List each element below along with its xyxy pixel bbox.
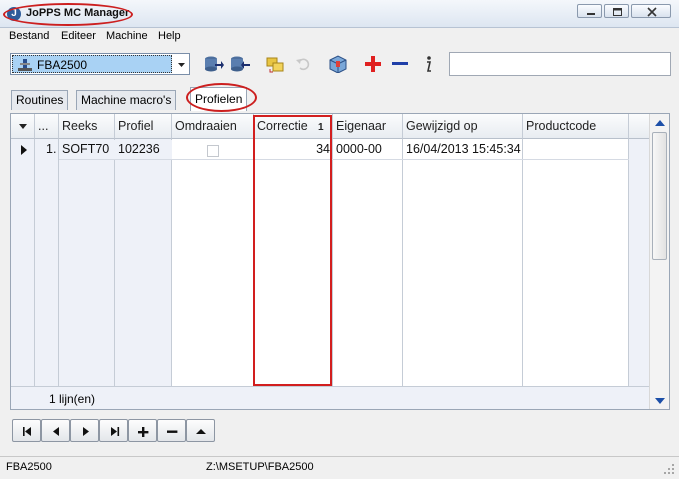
column-bg (523, 139, 629, 386)
search-input[interactable] (449, 52, 671, 76)
prior-icon (53, 427, 59, 436)
column-header-profiel[interactable]: Profiel (115, 114, 172, 139)
add-icon[interactable] (364, 55, 382, 73)
menu-machine[interactable]: Machine (106, 30, 148, 42)
tab-highlight-circle (186, 83, 257, 112)
database-arrow-right-icon[interactable] (204, 55, 224, 73)
cell-gewijzigd-op[interactable]: 16/04/2013 15:45:34 (406, 142, 521, 156)
scrollbar-thumb[interactable] (652, 132, 667, 260)
machine-select[interactable]: FBA2500 (10, 53, 190, 75)
column-bg (333, 139, 403, 386)
status-bar: FBA2500 Z:\MSETUP\FBA2500 (0, 456, 679, 479)
title-highlight-circle (3, 3, 133, 26)
undo-icon[interactable] (294, 55, 312, 73)
column-header-filler (629, 114, 649, 139)
maximize-button[interactable] (604, 4, 629, 18)
profiles-grid: ... Reeks Profiel Omdraaien Correctie 1 … (10, 113, 670, 410)
next-icon (83, 427, 89, 436)
column-bg (115, 139, 172, 386)
info-icon[interactable] (419, 55, 437, 73)
next-record-button[interactable] (70, 419, 99, 442)
title-bar: J JoPPS MC Manager (0, 0, 679, 28)
machine-select-text: FBA2500 (37, 58, 88, 72)
row-current-indicator[interactable] (11, 140, 35, 160)
first-record-button[interactable] (12, 419, 41, 442)
status-path: Z:\MSETUP\FBA2500 (206, 461, 314, 473)
plus-icon (138, 427, 149, 437)
cell-reeks[interactable]: SOFT70 (62, 142, 109, 156)
vertical-scrollbar[interactable] (649, 114, 669, 409)
cell-index: 1. (46, 142, 57, 156)
column-header-reeks[interactable]: Reeks (59, 114, 115, 139)
chevron-down-icon[interactable] (174, 55, 189, 73)
triangle-up-icon (196, 429, 206, 434)
tab-machine-macros[interactable]: Machine macro's (76, 90, 177, 110)
column-bg (172, 139, 254, 386)
column-bg (11, 139, 35, 386)
folder-copy-icon[interactable] (266, 55, 284, 73)
row-pointer-icon (21, 145, 27, 155)
column-header-index[interactable]: ... (35, 114, 59, 139)
machine-select-value-area: FBA2500 (12, 55, 172, 73)
scroll-up-icon[interactable] (653, 118, 667, 128)
sort-down-icon (19, 124, 27, 129)
menu-help[interactable]: Help (158, 30, 181, 42)
cell-omdraaien-checkbox[interactable] (207, 145, 219, 157)
column-header-productcode[interactable]: Productcode (523, 114, 629, 139)
menu-editeer[interactable]: Editeer (61, 30, 96, 42)
insert-record-button[interactable] (128, 419, 157, 442)
prior-record-button[interactable] (41, 419, 70, 442)
resize-grip-icon[interactable] (662, 462, 676, 476)
minimize-button[interactable] (577, 4, 602, 18)
edit-record-button[interactable] (186, 419, 215, 442)
column-bg (35, 139, 59, 386)
cell-profiel[interactable]: 102236 (118, 142, 160, 156)
minus-icon (167, 430, 178, 433)
menu-bar: Bestand Editeer Machine Help (0, 28, 679, 46)
status-machine: FBA2500 (6, 461, 52, 473)
grid-footer: 1 lijn(en) (11, 386, 649, 409)
machine-icon (16, 57, 34, 76)
first-icon (23, 427, 31, 436)
last-icon (111, 427, 120, 436)
correctie-column-highlight (253, 115, 332, 386)
column-header-eigenaar[interactable]: Eigenaar (333, 114, 403, 139)
package-icon[interactable] (328, 55, 347, 74)
column-header-omdraaien[interactable]: Omdraaien (172, 114, 254, 139)
row-band (172, 140, 629, 160)
last-record-button[interactable] (99, 419, 128, 442)
close-button[interactable] (631, 4, 671, 18)
menu-bestand[interactable]: Bestand (9, 30, 49, 42)
delete-record-button[interactable] (157, 419, 186, 442)
remove-icon[interactable] (391, 55, 409, 73)
row-count-label: 1 lijn(en) (49, 392, 96, 406)
column-header-gewijzigd-op[interactable]: Gewijzigd op (403, 114, 523, 139)
cell-eigenaar[interactable]: 0000-00 (336, 142, 382, 156)
tab-routines[interactable]: Routines (11, 90, 69, 110)
column-bg (59, 139, 115, 386)
scroll-down-icon[interactable] (653, 396, 667, 406)
column-bg (403, 139, 523, 386)
database-arrow-left-icon[interactable] (230, 55, 250, 73)
column-header-indicator[interactable] (11, 114, 35, 139)
